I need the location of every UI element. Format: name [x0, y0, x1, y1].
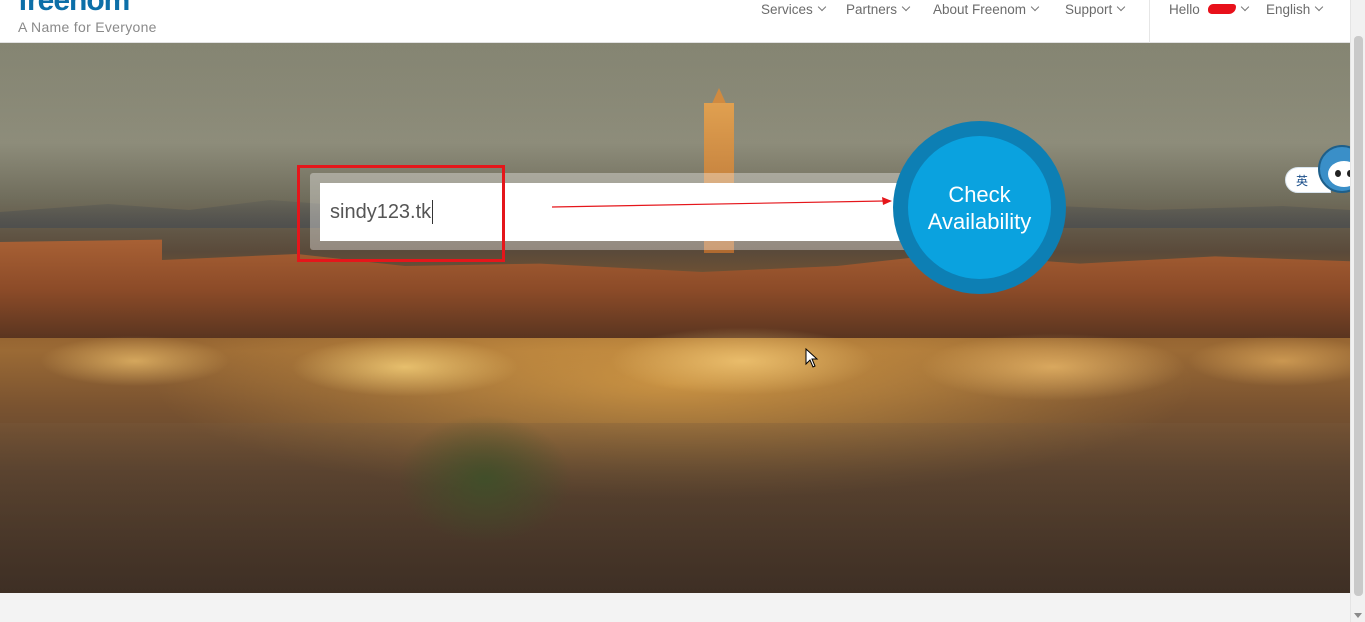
annotation-highlight-box — [297, 165, 505, 262]
check-availability-button[interactable]: Check Availability — [893, 121, 1066, 294]
ime-label: 英 — [1296, 173, 1309, 188]
nav-support-label: Support — [1065, 1, 1113, 17]
scrollbar-thumb[interactable] — [1354, 36, 1363, 596]
user-greeting: Hello — [1169, 1, 1200, 17]
hero-square — [0, 423, 1350, 593]
header-divider — [1149, 0, 1150, 43]
chevron-down-icon — [1240, 2, 1250, 12]
nav-partners-label: Partners — [846, 1, 898, 17]
freenom-logo[interactable]: freenom — [18, 0, 130, 16]
chevron-down-icon — [1117, 2, 1126, 12]
chevron-down-icon — [901, 2, 911, 12]
page-scrollbar[interactable] — [1350, 0, 1365, 622]
nav-partners[interactable]: Partners — [846, 0, 911, 18]
language-menu[interactable]: English — [1266, 0, 1324, 18]
nav-services-label: Services — [761, 1, 813, 17]
hero-banner: sindy123.tk Check Availability — [0, 43, 1350, 593]
nav-services[interactable]: Services — [761, 0, 827, 18]
user-menu[interactable]: Hello — [1169, 0, 1250, 18]
language-label: English — [1266, 1, 1311, 17]
nav-about-freenom[interactable]: About Freenom — [933, 0, 1040, 18]
redacted-username — [1207, 4, 1236, 14]
chevron-down-icon — [1315, 2, 1324, 12]
annotation-arrow — [551, 197, 892, 208]
palm-tree — [370, 403, 600, 593]
check-availability-line1: Check — [948, 181, 1011, 207]
market-lights — [0, 313, 1350, 433]
logo-tagline: A Name for Everyone — [18, 19, 157, 35]
site-header: freenom A Name for Everyone Services Par… — [0, 0, 1350, 43]
chevron-down-icon — [817, 2, 827, 12]
nav-about-label: About Freenom — [933, 1, 1027, 17]
check-availability-line2: Availability — [927, 208, 1032, 234]
nav-support[interactable]: Support — [1065, 0, 1126, 18]
mouse-pointer-icon — [805, 348, 819, 368]
chevron-down-icon — [1030, 2, 1040, 12]
mascot-eye-left — [1335, 170, 1341, 177]
check-availability-face: Check Availability — [908, 136, 1051, 279]
scroll-down-icon[interactable] — [1354, 613, 1362, 618]
